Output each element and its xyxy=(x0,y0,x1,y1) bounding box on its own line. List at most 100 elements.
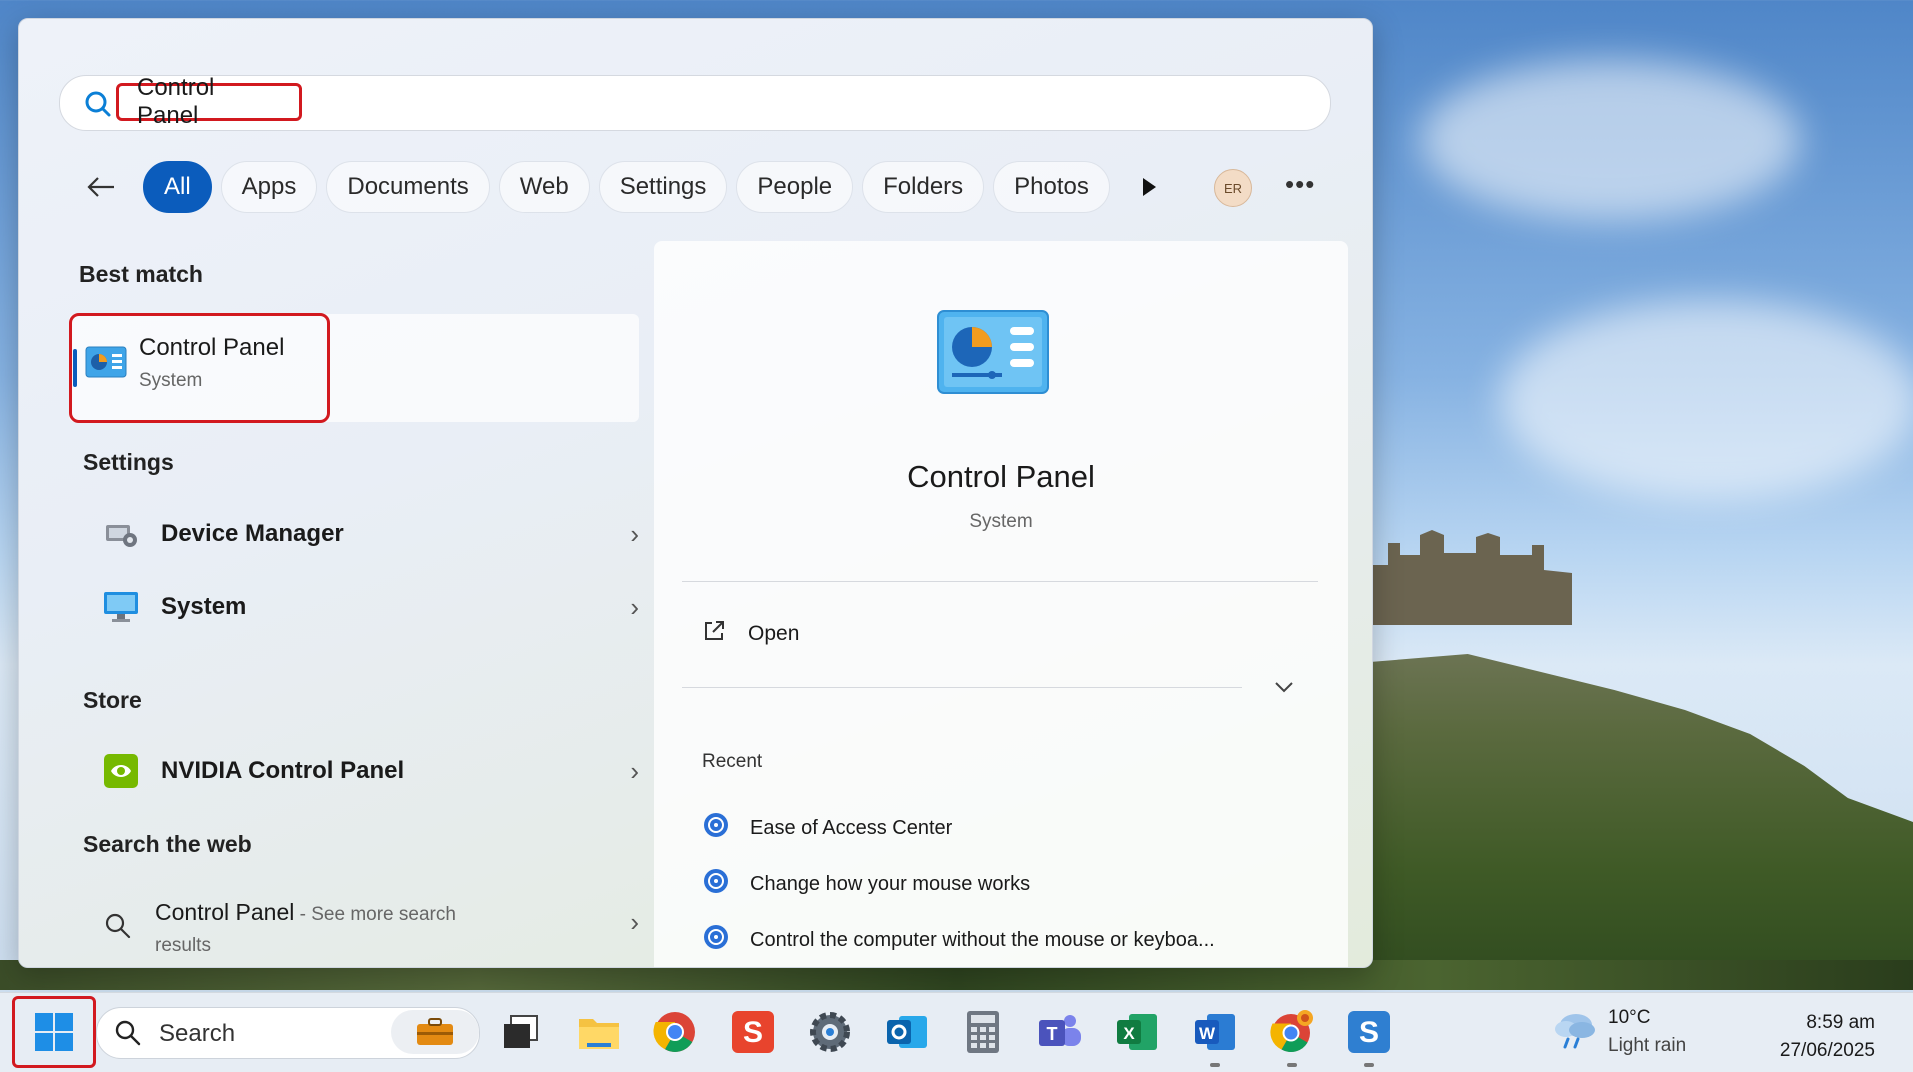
recent-label: Ease of Access Center xyxy=(750,816,953,839)
wallpaper-cloud xyxy=(1420,60,1800,220)
filter-folders[interactable]: Folders xyxy=(862,161,985,213)
outlook-icon[interactable] xyxy=(882,1007,932,1057)
clock-date: 27/06/2025 xyxy=(1779,1040,1875,1061)
settings-gear-icon[interactable] xyxy=(805,1007,855,1057)
search-input[interactable]: Control Panel xyxy=(116,74,302,129)
chevron-right-icon[interactable]: › xyxy=(630,907,639,938)
result-label: System xyxy=(161,593,247,620)
filter-documents[interactable]: Documents xyxy=(326,161,490,213)
teams-icon[interactable]: T xyxy=(1035,1007,1085,1057)
search-icon xyxy=(105,913,131,944)
calculator-icon[interactable] xyxy=(958,1007,1008,1057)
result-label: Device Manager xyxy=(161,520,344,547)
wallpaper-cloud xyxy=(1500,300,1913,500)
svg-text:X: X xyxy=(1123,1024,1135,1043)
details-subtitle: System xyxy=(969,511,1033,532)
svg-text:S: S xyxy=(1359,1016,1379,1049)
windows-logo-icon xyxy=(35,1013,73,1051)
monitor-icon xyxy=(101,587,141,627)
task-view-icon[interactable] xyxy=(496,1007,546,1057)
svg-text:W: W xyxy=(1199,1024,1216,1043)
chrome-profile-icon[interactable] xyxy=(1267,1007,1317,1067)
best-match-highlight xyxy=(69,313,330,423)
web-search-result[interactable]: Control Panel - See more search results … xyxy=(79,881,639,961)
recent-heading: Recent xyxy=(702,751,763,772)
settings-heading: Settings xyxy=(83,449,174,475)
running-indicator xyxy=(1287,1063,1297,1067)
filter-bar: All Apps Documents Web Settings People F… xyxy=(79,159,1171,215)
clock-time: 8:59 am xyxy=(1806,1012,1875,1033)
briefcase-icon[interactable] xyxy=(391,1010,479,1054)
arrow-left-icon xyxy=(87,177,114,197)
start-search-panel: Control Panel All Apps Documents Web Set… xyxy=(18,18,1373,968)
search-icon xyxy=(115,1020,141,1051)
recent-label: Change how your mouse works xyxy=(750,872,1031,895)
expand-chevron-icon[interactable] xyxy=(1274,677,1294,698)
details-title: Control Panel xyxy=(907,459,1095,494)
rain-cloud-icon xyxy=(1552,1014,1598,1055)
svg-text:S: S xyxy=(743,1016,763,1049)
play-arrow-icon xyxy=(1142,178,1156,196)
recent-label: Control the computer without the mouse o… xyxy=(750,928,1215,951)
snagit-editor-icon[interactable]: S xyxy=(1344,1007,1394,1067)
wallpaper-rock xyxy=(1370,654,1913,990)
svg-text:T: T xyxy=(1047,1024,1058,1044)
recent-item[interactable]: Ease of Access Center xyxy=(702,811,952,845)
device-manager-icon xyxy=(101,514,141,554)
filter-settings[interactable]: Settings xyxy=(598,161,728,213)
result-system[interactable]: System › xyxy=(79,579,639,635)
web-query: Control Panel xyxy=(155,899,295,925)
search-box[interactable]: Control Panel xyxy=(59,74,1331,131)
ease-of-access-icon xyxy=(702,867,730,901)
back-button[interactable] xyxy=(79,165,123,209)
divider xyxy=(682,581,1318,582)
file-explorer-icon[interactable] xyxy=(574,1007,624,1057)
taskbar: Search S T X W S 10°C Light rain 8:59 am… xyxy=(0,992,1913,1072)
result-nvidia-control-panel[interactable]: NVIDIA Control Panel › xyxy=(79,743,639,799)
open-action[interactable]: Open xyxy=(702,619,799,649)
open-external-icon xyxy=(702,619,726,649)
weather-condition: Light rain xyxy=(1608,1035,1687,1056)
open-label: Open xyxy=(748,622,800,645)
details-pane: Control Panel System Open Recent Ease of… xyxy=(654,241,1348,967)
ease-of-access-icon xyxy=(702,923,730,957)
running-indicator xyxy=(1364,1063,1374,1067)
filter-all[interactable]: All xyxy=(143,161,212,213)
control-panel-large-icon xyxy=(936,309,1050,400)
wallpaper-castle xyxy=(1372,530,1572,625)
store-heading: Store xyxy=(83,687,142,713)
system-clock[interactable]: 8:59 am 27/06/2025 xyxy=(1780,1009,1875,1065)
chevron-right-icon[interactable]: › xyxy=(630,756,639,787)
search-web-heading: Search the web xyxy=(83,831,252,857)
recent-item[interactable]: Change how your mouse works xyxy=(702,867,1030,901)
chrome-icon[interactable] xyxy=(650,1007,700,1057)
running-indicator xyxy=(1210,1063,1220,1067)
chevron-right-icon[interactable]: › xyxy=(630,592,639,623)
start-button[interactable] xyxy=(12,996,96,1068)
more-options-button[interactable]: ••• xyxy=(1285,169,1315,200)
filter-web[interactable]: Web xyxy=(498,161,590,213)
scroll-filters-button[interactable] xyxy=(1141,177,1171,197)
taskbar-search-placeholder: Search xyxy=(159,1020,236,1047)
web-suffix: - See more search xyxy=(294,904,456,925)
recent-item[interactable]: Control the computer without the mouse o… xyxy=(702,923,1215,957)
filter-photos[interactable]: Photos xyxy=(993,161,1110,213)
search-icon xyxy=(84,90,112,123)
nvidia-icon xyxy=(101,751,141,791)
account-avatar[interactable]: ER xyxy=(1214,169,1252,207)
result-device-manager[interactable]: Device Manager › xyxy=(79,506,639,562)
chevron-right-icon[interactable]: › xyxy=(630,519,639,550)
best-match-heading: Best match xyxy=(79,261,203,287)
filter-people[interactable]: People xyxy=(736,161,854,213)
result-label: NVIDIA Control Panel xyxy=(161,757,405,784)
filter-apps[interactable]: Apps xyxy=(220,161,318,213)
divider xyxy=(682,687,1242,688)
weather-temp: 10°C xyxy=(1608,1007,1651,1028)
snagit-icon[interactable]: S xyxy=(728,1007,778,1057)
excel-icon[interactable]: X xyxy=(1112,1007,1162,1057)
ease-of-access-icon xyxy=(702,811,730,845)
web-suffix-line2: results xyxy=(155,935,211,956)
taskbar-search-box[interactable]: Search xyxy=(96,1007,480,1059)
weather-widget[interactable]: 10°C Light rain xyxy=(1552,1007,1686,1056)
word-icon[interactable]: W xyxy=(1190,1007,1240,1067)
